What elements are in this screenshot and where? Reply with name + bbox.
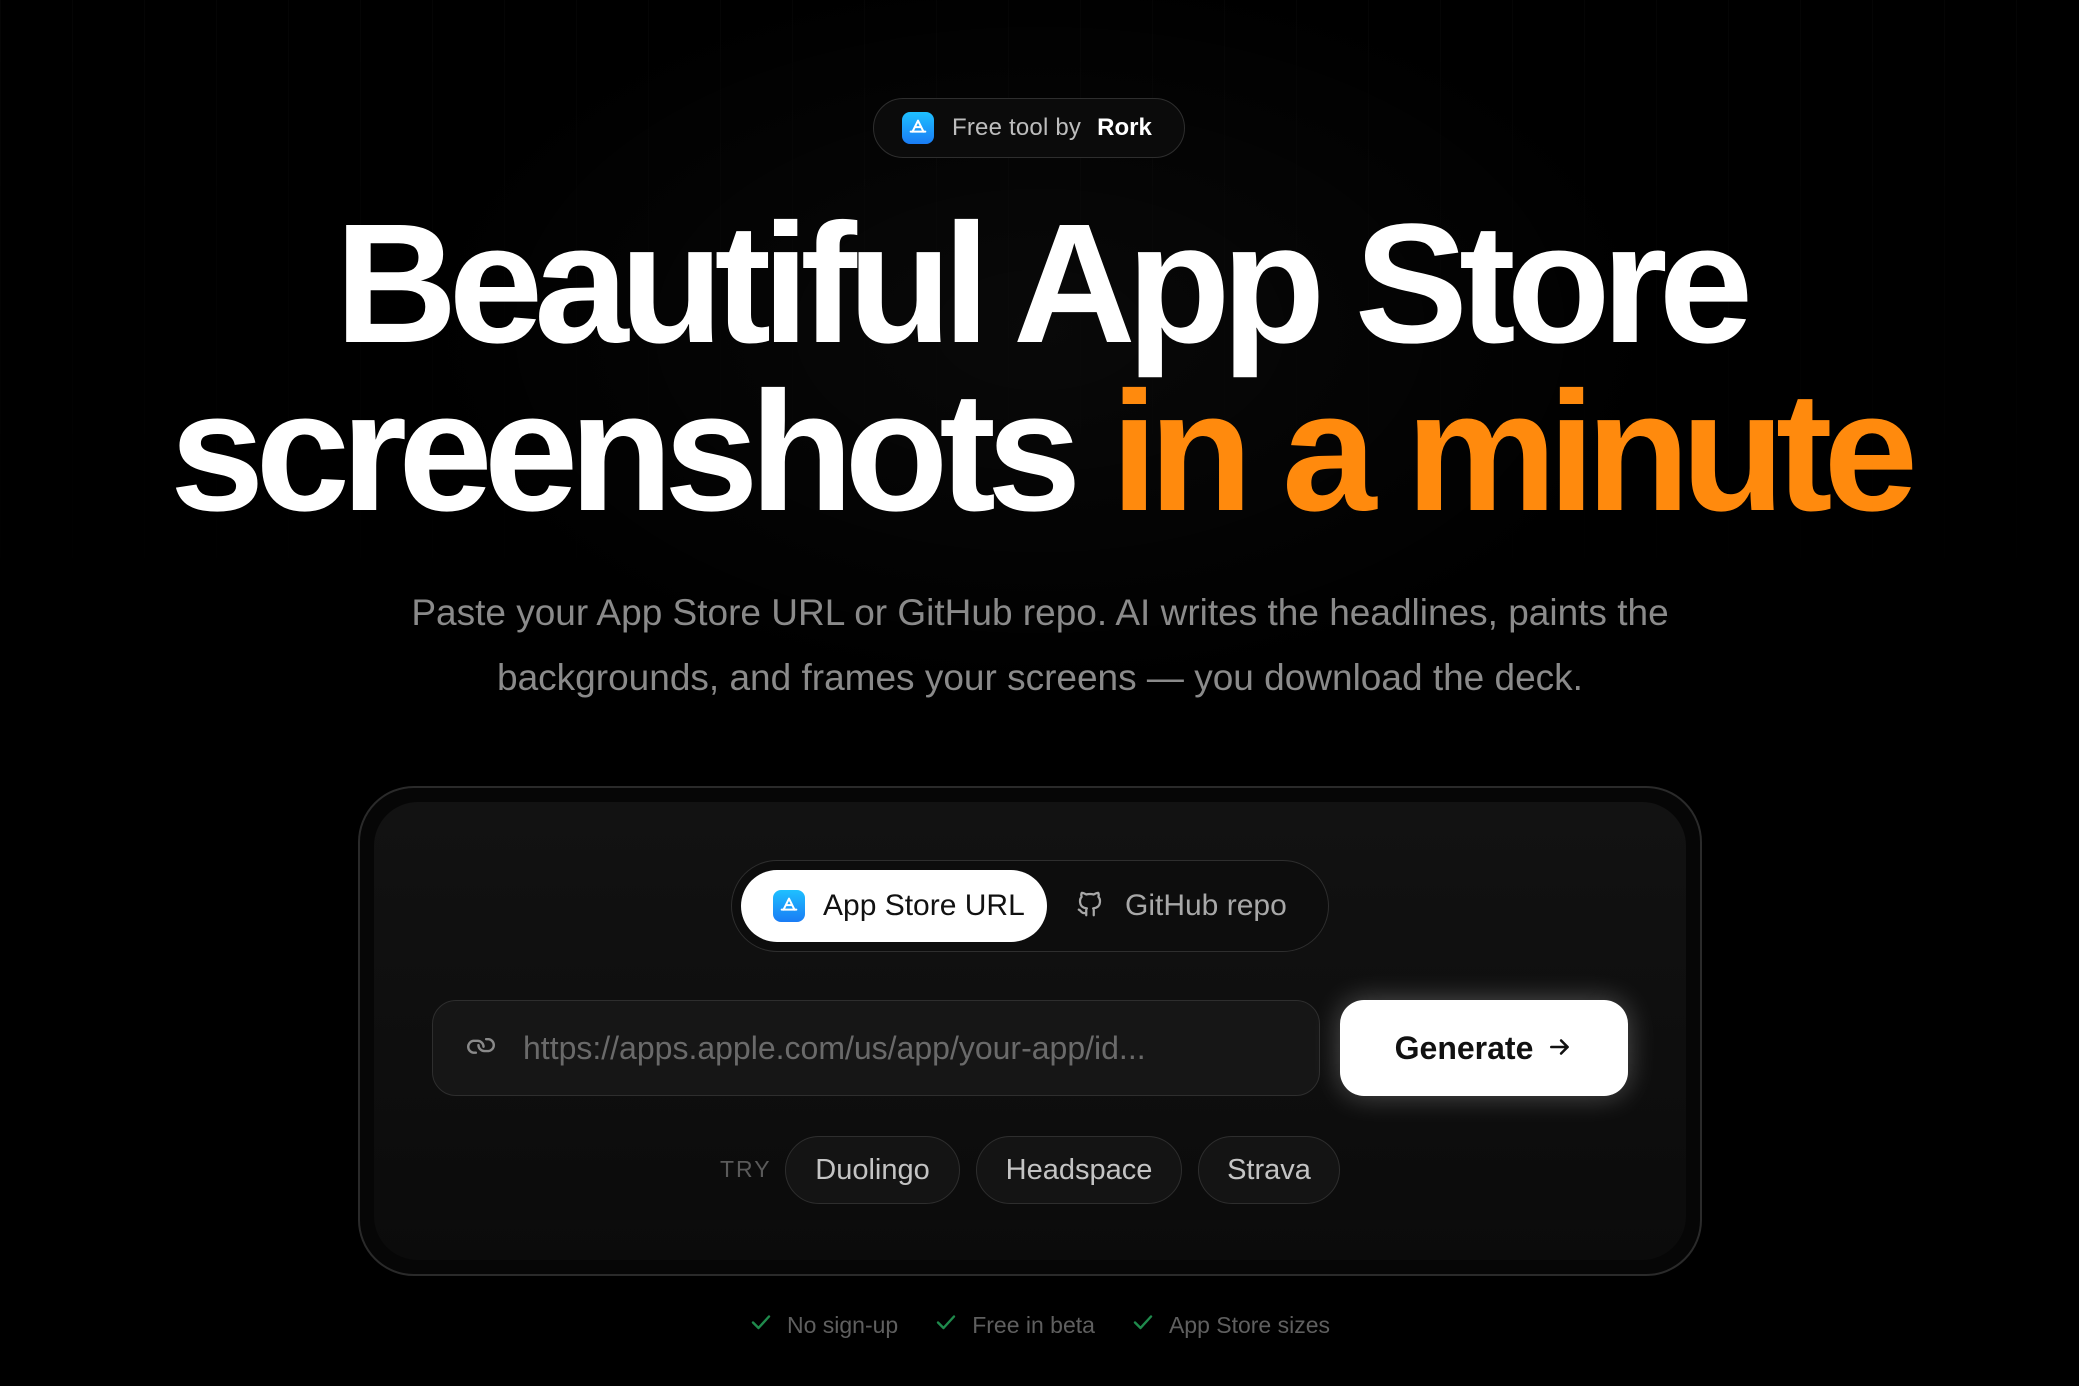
try-chip-duolingo[interactable]: Duolingo <box>785 1136 960 1204</box>
link-icon <box>465 1030 497 1067</box>
check-icon <box>934 1310 958 1340</box>
app-store-icon <box>773 890 805 922</box>
feature-list: No sign-up Free in beta App Store sizes <box>0 1310 2079 1340</box>
tab-app-store-url[interactable]: App Store URL <box>741 870 1047 942</box>
try-label: TRY <box>720 1156 772 1182</box>
github-icon <box>1075 889 1105 924</box>
subtitle-line-2: backgrounds, and frames your screens — y… <box>497 657 1583 698</box>
feature-item: Free in beta <box>934 1310 1095 1340</box>
subtitle-line-1: Paste your App Store URL or GitHub repo.… <box>411 592 1669 633</box>
source-toggle: App Store URL GitHub repo <box>731 860 1329 952</box>
check-icon <box>1131 1310 1155 1340</box>
tab-label: GitHub repo <box>1125 889 1287 922</box>
badge-prefix: Free tool by <box>952 114 1082 141</box>
headline-line-2: screenshots in a minute <box>0 367 2079 537</box>
arrow-right-icon <box>1547 1034 1573 1063</box>
headline-line-1: Beautiful App Store <box>334 189 1753 379</box>
headline-accent: in a minute <box>1110 357 1918 547</box>
url-field <box>432 1000 1320 1096</box>
page: Free tool by Rork Beautiful App Store sc… <box>0 0 2079 1386</box>
tab-github-repo[interactable]: GitHub repo <box>1075 870 1315 942</box>
feature-label: Free in beta <box>972 1311 1095 1338</box>
generate-label: Generate <box>1394 1029 1534 1066</box>
feature-item: No sign-up <box>749 1310 898 1340</box>
try-chip-strava[interactable]: Strava <box>1198 1136 1340 1204</box>
hero-subtitle: Paste your App Store URL or GitHub repo.… <box>340 580 1740 710</box>
generate-button[interactable]: Generate <box>1340 1000 1628 1096</box>
app-url-input[interactable] <box>523 1018 1319 1078</box>
feature-label: No sign-up <box>786 1311 899 1338</box>
tab-label: App Store URL <box>823 889 1025 922</box>
free-tool-badge[interactable]: Free tool by Rork <box>873 98 1185 158</box>
check-icon <box>749 1310 773 1340</box>
try-chip-headspace[interactable]: Headspace <box>976 1136 1182 1204</box>
app-store-icon <box>902 112 934 144</box>
feature-item: App Store sizes <box>1131 1310 1330 1340</box>
feature-label: App Store sizes <box>1168 1311 1331 1338</box>
headline-plain: screenshots <box>169 357 1082 547</box>
badge-brand: Rork <box>1097 114 1152 141</box>
hero-headline: Beautiful App Store screenshots in a min… <box>0 189 2079 537</box>
